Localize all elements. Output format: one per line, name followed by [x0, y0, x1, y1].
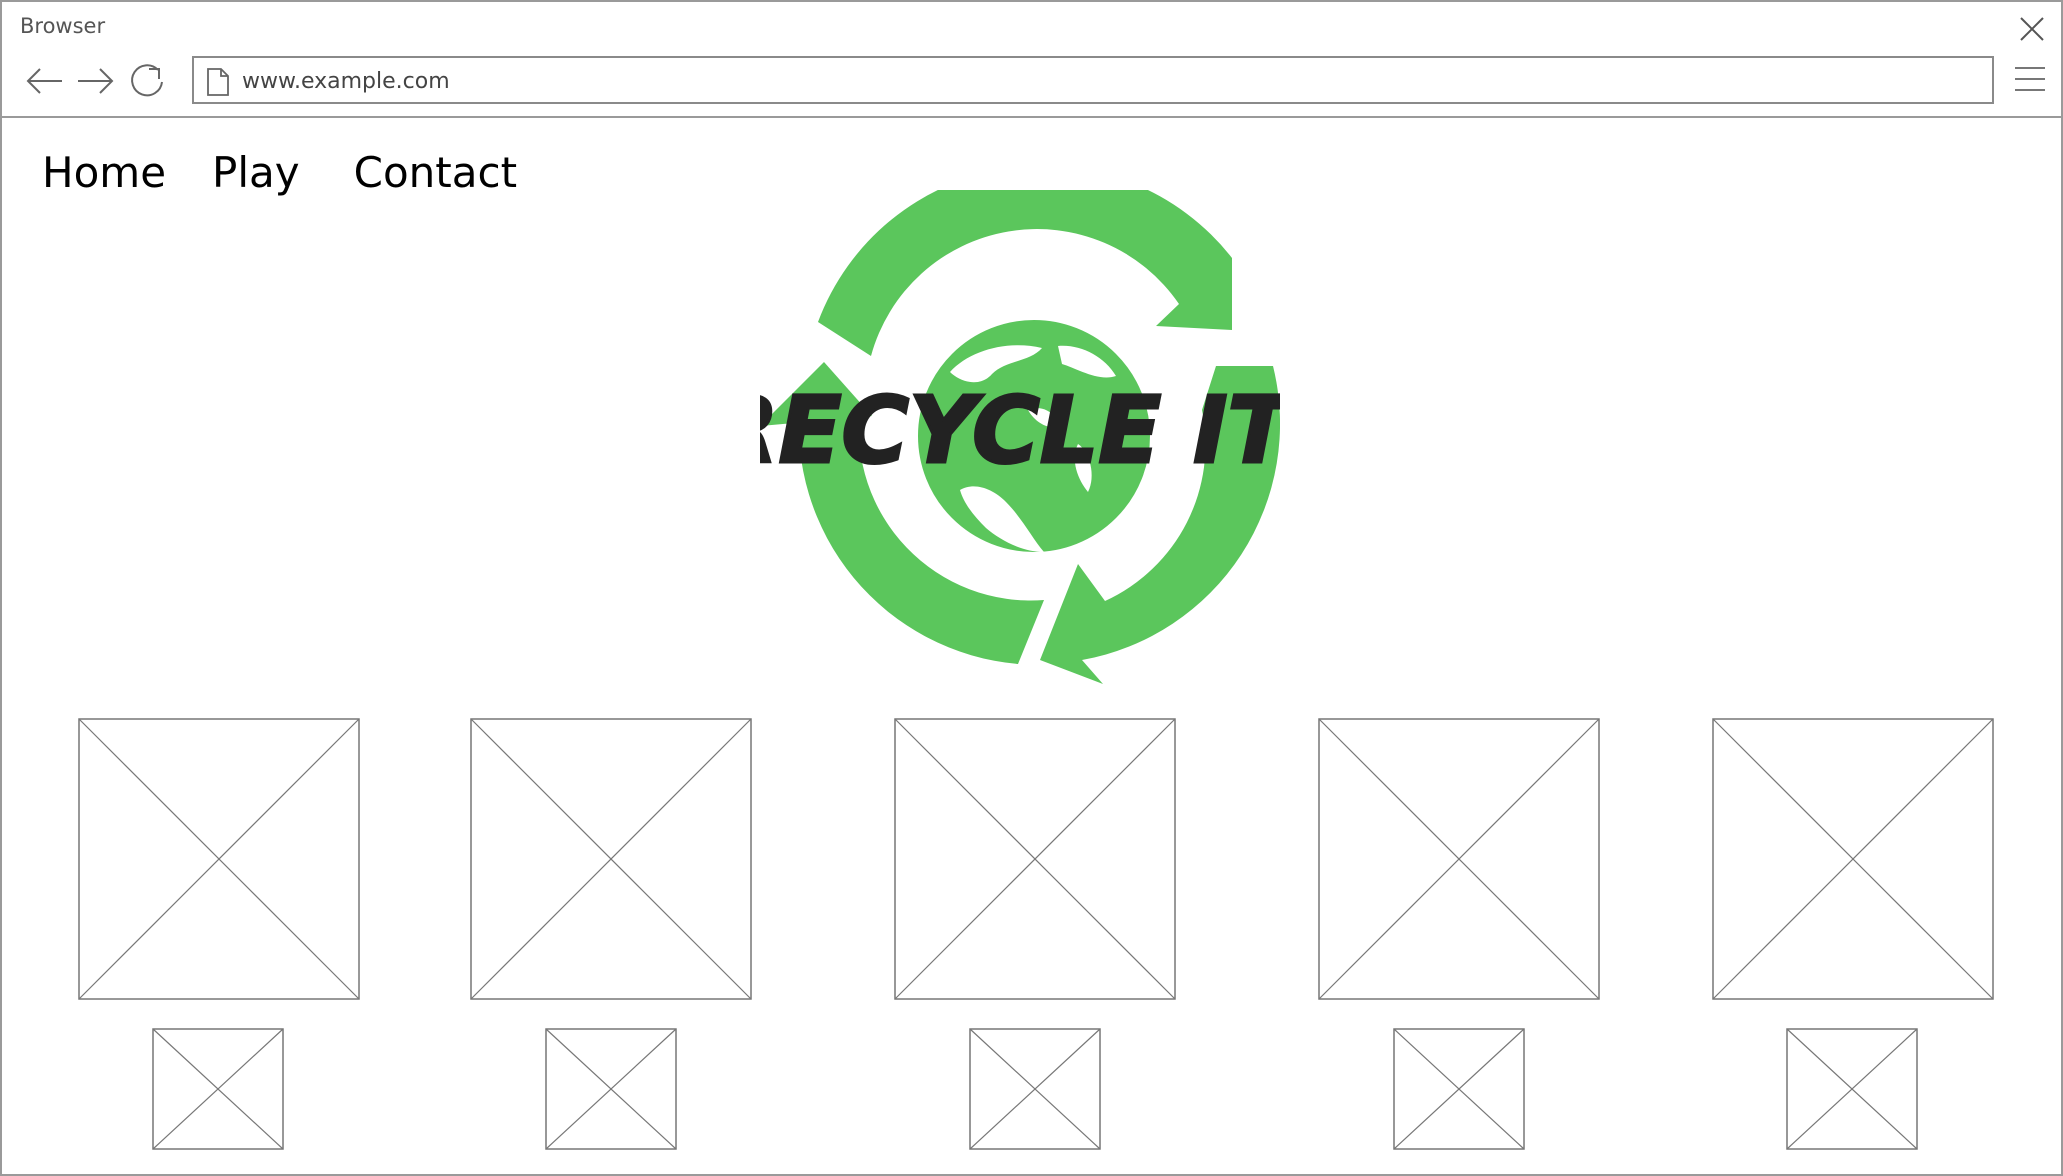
- close-icon[interactable]: [2017, 14, 2047, 44]
- nav-link-home[interactable]: Home: [42, 148, 166, 197]
- recycle-logo: RECYCLE IT!: [706, 165, 1334, 710]
- logo-text: RECYCLE IT!: [760, 377, 1280, 484]
- nav-link-play[interactable]: Play: [212, 148, 300, 197]
- image-placeholder-small-2: [545, 1028, 677, 1150]
- image-placeholder-large-4: [1318, 718, 1600, 1000]
- browser-window: Browser www.example.com Home Play Contac…: [0, 0, 2063, 1176]
- page-icon: [206, 67, 230, 97]
- nav-link-contact[interactable]: Contact: [354, 148, 517, 197]
- browser-toolbar: www.example.com: [2, 50, 2061, 118]
- arrow-left-icon[interactable]: [24, 60, 66, 102]
- site-nav: Home Play Contact: [42, 148, 517, 197]
- image-placeholder-small-3: [969, 1028, 1101, 1150]
- url-text[interactable]: www.example.com: [242, 69, 450, 94]
- hamburger-menu-icon[interactable]: [2013, 62, 2047, 96]
- address-bar[interactable]: www.example.com: [192, 56, 1994, 104]
- reload-icon[interactable]: [126, 60, 168, 102]
- image-placeholder-large-5: [1712, 718, 1994, 1000]
- image-placeholder-large-1: [78, 718, 360, 1000]
- image-placeholder-large-2: [470, 718, 752, 1000]
- image-placeholder-small-5: [1786, 1028, 1918, 1150]
- image-placeholder-small-4: [1393, 1028, 1525, 1150]
- title-bar: Browser: [2, 2, 2061, 50]
- window-title: Browser: [20, 14, 106, 38]
- image-placeholder-large-3: [894, 718, 1176, 1000]
- image-placeholder-small-1: [152, 1028, 284, 1150]
- arrow-right-icon[interactable]: [74, 60, 116, 102]
- page-viewport: Home Play Contact ECYCLE I: [2, 118, 2061, 1174]
